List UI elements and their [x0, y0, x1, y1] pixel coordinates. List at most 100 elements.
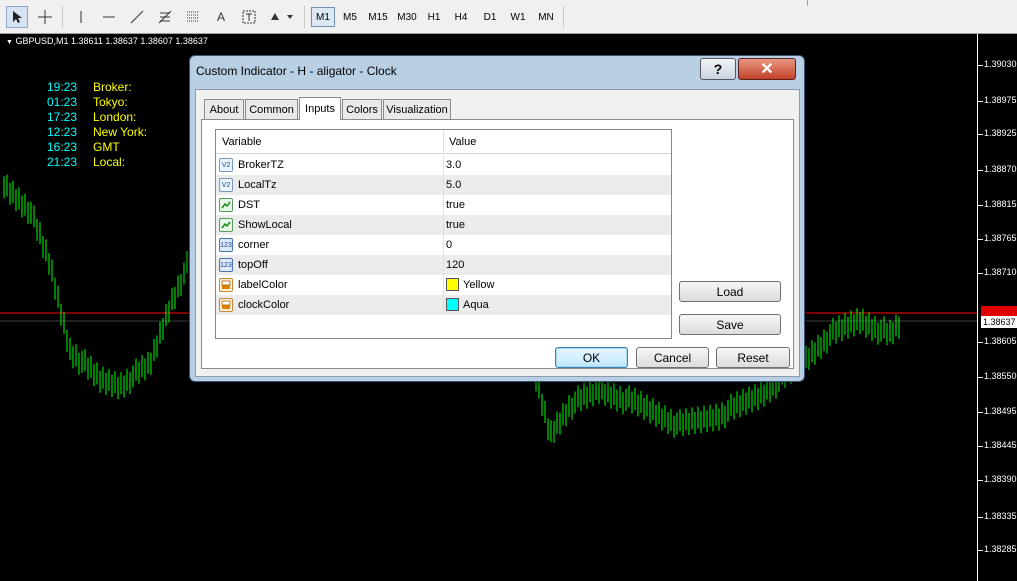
variable-value[interactable]: 0 — [446, 239, 452, 251]
table-header: Variable Value — [216, 130, 671, 154]
table-row-corner[interactable]: 123 corner 0 — [216, 235, 671, 255]
timeframe-label: W1 — [510, 11, 526, 23]
load-button[interactable]: Load — [679, 281, 781, 302]
timeframe-d1[interactable]: D1 — [478, 7, 502, 27]
reset-button[interactable]: Reset — [716, 347, 790, 368]
tab-inputs[interactable]: Inputs — [299, 97, 341, 120]
timeframe-m5[interactable]: M5 — [338, 7, 362, 27]
save-button[interactable]: Save — [679, 314, 781, 335]
timeframe-m1[interactable]: M1 — [311, 7, 335, 27]
tab-visualization[interactable]: Visualization — [383, 99, 451, 119]
clock-label: Local: — [93, 155, 126, 169]
clock-time: 17:23 — [47, 110, 78, 124]
close-button[interactable]: ✕ — [738, 58, 796, 80]
price-tick — [978, 170, 983, 171]
timeframe-mn[interactable]: MN — [533, 7, 559, 27]
variable-value[interactable]: 120 — [446, 259, 464, 271]
clock-label: GMT — [93, 140, 120, 154]
price-label: 1.38495 — [984, 406, 1017, 416]
int-type-icon: 123 — [219, 258, 233, 272]
price-tick — [978, 550, 983, 551]
table-row-showlocal[interactable]: ShowLocal true — [216, 215, 671, 235]
timeframe-w1[interactable]: W1 — [506, 7, 530, 27]
fibonacci-icon[interactable] — [154, 6, 176, 28]
price-label: 1.38925 — [984, 128, 1017, 138]
variable-value[interactable]: 3.0 — [446, 159, 461, 171]
clock-time: 01:23 — [47, 95, 78, 109]
timeframe-label: M15 — [368, 11, 388, 23]
variable-value[interactable]: true — [446, 219, 465, 231]
timeframe-m15[interactable]: M15 — [364, 7, 392, 27]
price-label: 1.38390 — [984, 474, 1017, 484]
price-tick — [978, 412, 983, 413]
tab-about[interactable]: About — [204, 99, 244, 119]
column-divider — [443, 255, 444, 275]
price-label: 1.38710 — [984, 267, 1017, 277]
price-label: 1.38975 — [984, 95, 1017, 105]
table-row-clockcolor[interactable]: clockColor Aqua — [216, 295, 671, 315]
tab-label: Visualization — [386, 103, 448, 116]
variable-value[interactable]: 5.0 — [446, 179, 461, 191]
arrows-icon[interactable] — [266, 6, 296, 28]
variable-value[interactable]: Yellow — [463, 279, 494, 291]
clock-label: Tokyo: — [93, 95, 128, 109]
color-swatch — [446, 298, 459, 311]
ok-button[interactable]: OK — [555, 347, 628, 368]
table-row-dst[interactable]: DST true — [216, 195, 671, 215]
tab-colors[interactable]: Colors — [342, 99, 382, 119]
timeframe-label: D1 — [483, 11, 497, 23]
price-tick — [978, 480, 983, 481]
variable-value[interactable]: Aqua — [463, 299, 489, 311]
clock-row-broker: 19:23 Broker: — [47, 80, 147, 95]
table-row-labelcolor[interactable]: labelColor Yellow — [216, 275, 671, 295]
color-type-icon — [219, 278, 233, 292]
column-header-variable[interactable]: Variable — [222, 136, 262, 148]
color-type-icon — [219, 298, 233, 312]
clock-label: London: — [93, 110, 137, 124]
column-divider — [443, 275, 444, 295]
tab-label: Common — [249, 103, 294, 116]
timeframe-label: M5 — [343, 11, 357, 23]
variable-name: corner — [238, 239, 270, 251]
clock-row-local: 21:23 Local: — [47, 155, 147, 170]
crosshair-icon[interactable] — [34, 6, 56, 28]
toolbar: A M1 M5 M15 M30 H1 H4 D1 W1 MN — [0, 0, 1017, 34]
tab-label: About — [209, 103, 239, 116]
timeframe-h4[interactable]: H4 — [449, 7, 473, 27]
table-row-topoff[interactable]: 123 topOff 120 — [216, 255, 671, 275]
trendline-icon[interactable] — [126, 6, 148, 28]
price-tick — [978, 205, 983, 206]
price-tick — [978, 239, 983, 240]
text-label-icon[interactable] — [238, 6, 260, 28]
vertical-line-icon[interactable] — [70, 6, 92, 28]
clock-label: Broker: — [93, 80, 132, 94]
variable-name: topOff — [238, 259, 268, 271]
double-type-icon: V2 — [219, 178, 233, 192]
cursor-icon[interactable] — [6, 6, 28, 28]
timeframe-m30[interactable]: M30 — [393, 7, 421, 27]
price-label: 1.38335 — [984, 511, 1017, 521]
timeframe-h1[interactable]: H1 — [422, 7, 446, 27]
text-icon[interactable]: A — [210, 6, 232, 28]
close-icon: ✕ — [760, 61, 774, 78]
current-price-label: 1.38637 — [981, 316, 1017, 328]
help-button[interactable]: ? — [700, 58, 736, 80]
table-row-brokertz[interactable]: V2 BrokerTZ 3.0 — [216, 155, 671, 175]
type-icon-label: 123 — [220, 241, 232, 249]
variable-value[interactable]: true — [446, 199, 465, 211]
horizontal-line-icon[interactable] — [98, 6, 120, 28]
cancel-button[interactable]: Cancel — [636, 347, 709, 368]
column-divider — [443, 130, 444, 154]
tab-label: Colors — [346, 103, 378, 116]
table-row-localtz[interactable]: V2 LocalTz 5.0 — [216, 175, 671, 195]
price-label: 1.38285 — [984, 544, 1017, 554]
fibonacci-grid-icon[interactable] — [182, 6, 204, 28]
type-icon-label: 123 — [220, 261, 232, 269]
text-tool-label: A — [216, 10, 225, 24]
timeframe-label: M1 — [316, 11, 330, 23]
timeframe-label: H4 — [454, 11, 468, 23]
tab-common[interactable]: Common — [245, 99, 298, 119]
timeframe-label: M30 — [397, 11, 417, 23]
tab-label: Inputs — [305, 103, 335, 115]
column-header-value[interactable]: Value — [449, 136, 476, 148]
